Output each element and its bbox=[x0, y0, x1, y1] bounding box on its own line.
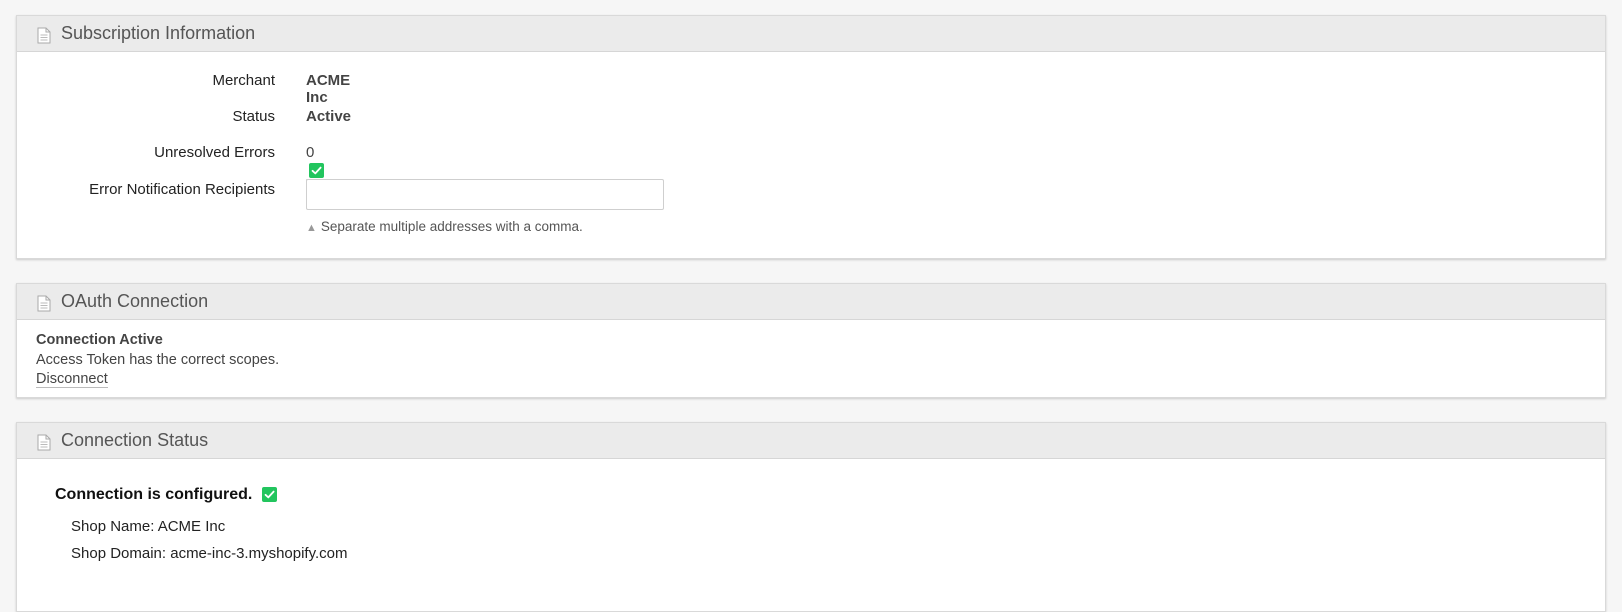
subscription-panel-header: Subscription Information bbox=[17, 16, 1605, 52]
shop-domain: Shop Domain: acme-inc-3.myshopify.com bbox=[71, 545, 348, 562]
oauth-status-heading: Connection Active bbox=[36, 332, 163, 348]
oauth-status-text: Access Token has the correct scopes. bbox=[36, 351, 280, 368]
connection-configured: Connection is configured. bbox=[55, 486, 277, 504]
oauth-body: Connection Active Access Token has the c… bbox=[36, 331, 279, 390]
oauth-panel-header: OAuth Connection bbox=[17, 284, 1605, 320]
document-icon bbox=[37, 434, 51, 451]
errors-link[interactable]: 0 bbox=[306, 144, 324, 181]
disconnect-link[interactable]: Disconnect bbox=[36, 371, 108, 388]
recipients-help: ▲ Separate multiple addresses with a comm… bbox=[306, 219, 583, 234]
status-value: Active bbox=[306, 108, 352, 125]
panel-title: Connection Status bbox=[61, 430, 209, 450]
checkmark-icon bbox=[261, 487, 277, 503]
panel-title: Subscription Information bbox=[61, 23, 256, 43]
document-icon bbox=[37, 27, 51, 44]
shop-name: Shop Name: ACME Inc bbox=[71, 518, 226, 535]
checkmark-icon bbox=[309, 162, 324, 178]
info-triangle-icon: ▲ bbox=[306, 222, 317, 234]
merchant-label: Merchant bbox=[212, 72, 275, 89]
status-label: Status bbox=[232, 108, 275, 125]
panel-title: OAuth Connection bbox=[61, 291, 209, 311]
connection-panel: Connection Status Connection is configur… bbox=[16, 422, 1606, 612]
oauth-panel: OAuth Connection Connection Active Acces… bbox=[16, 283, 1606, 398]
merchant-value: ACME Inc bbox=[306, 72, 351, 106]
connection-panel-header: Connection Status bbox=[17, 423, 1605, 459]
recipients-label: Error Notification Recipients bbox=[89, 181, 275, 198]
subscription-panel: Subscription Information Merchant ACME I… bbox=[16, 15, 1606, 259]
recipients-help-text: Separate multiple addresses with a comma… bbox=[320, 219, 583, 234]
document-icon bbox=[37, 295, 51, 312]
errors-count: 0 bbox=[306, 144, 315, 161]
connection-configured-text: Connection is configured. bbox=[55, 486, 253, 503]
recipients-input[interactable] bbox=[306, 179, 664, 210]
errors-label: Unresolved Errors bbox=[154, 144, 275, 161]
